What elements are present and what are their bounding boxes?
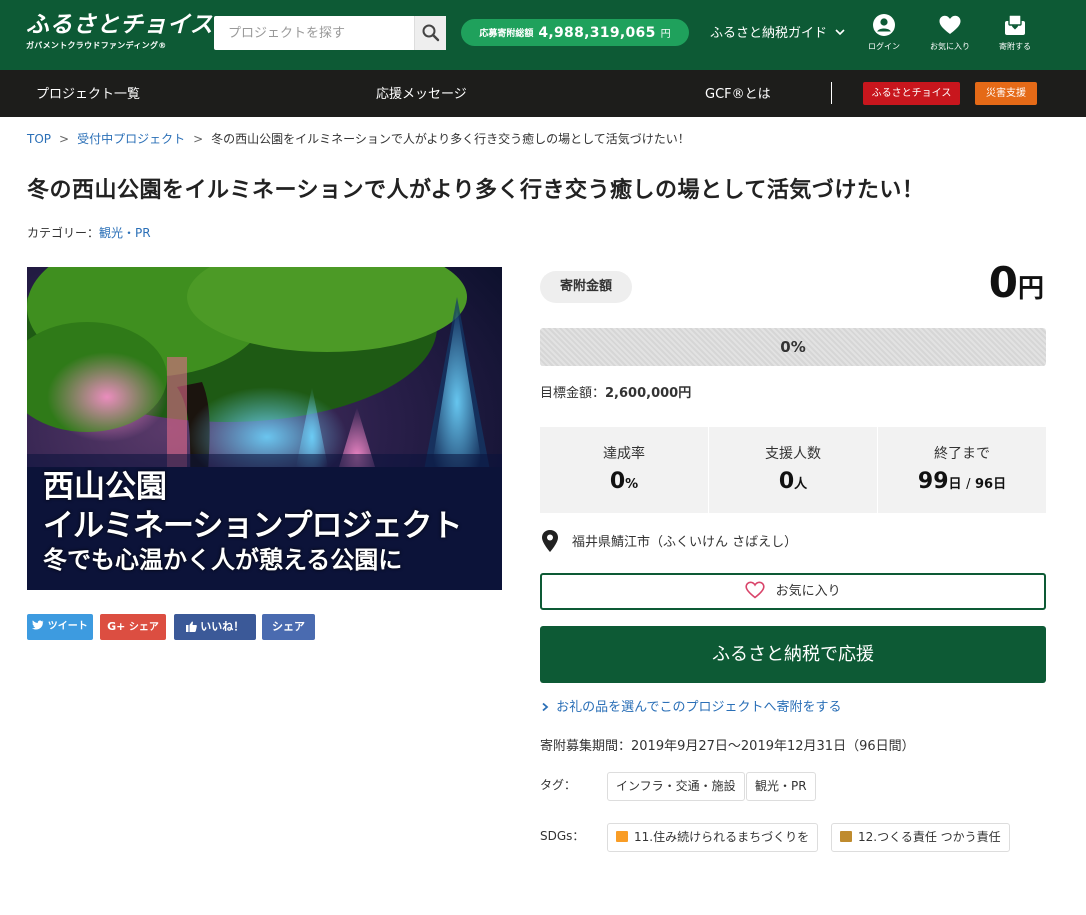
sdg-11-label: 11.住み続けられるまちづくりを bbox=[634, 830, 810, 844]
breadcrumb: TOP > 受付中プロジェクト > 冬の西山公園をイルミネーションで人がより多く行き交う… bbox=[27, 130, 690, 147]
nav-divider bbox=[831, 82, 832, 104]
sdg-chip-11[interactable]: 11.住み続けられるまちづくりを bbox=[607, 823, 819, 852]
search-input[interactable] bbox=[214, 16, 414, 50]
logo-main-text: ふるさとチョイス bbox=[26, 11, 214, 38]
goal-label: 目標金額： bbox=[540, 386, 606, 401]
donation-amount-unit: 円 bbox=[1017, 274, 1044, 304]
chevron-down-icon bbox=[835, 28, 845, 35]
sdg-11-icon bbox=[616, 831, 628, 842]
gift-select-link[interactable]: お礼の品を選んでこのプロジェクトへ寄附をする bbox=[540, 696, 842, 715]
donate-link[interactable]: 寄附する bbox=[985, 13, 1045, 52]
chevron-right-icon bbox=[542, 702, 549, 711]
furusato-guide-dropdown[interactable]: ふるさと納税ガイド bbox=[710, 22, 847, 41]
favorites-link[interactable]: お気に入り bbox=[920, 13, 980, 52]
donation-amount-value: 0 bbox=[988, 258, 1018, 307]
tag-chip[interactable]: インフラ・交通・施設 bbox=[607, 772, 745, 801]
disaster-support-tag[interactable]: 災害支援 bbox=[975, 82, 1037, 105]
search-box bbox=[214, 16, 446, 50]
stat-remaining-label: 終了まで bbox=[934, 446, 990, 462]
site-header: ふるさとチョイス ガバメントクラウドファンディング® 応募寄附総額 4,988,… bbox=[0, 0, 1086, 70]
favorite-label: お気に入り bbox=[775, 584, 841, 599]
funding-progress-bar: 0% bbox=[540, 328, 1046, 366]
facebook-share-button[interactable]: シェア bbox=[262, 614, 315, 640]
nav-projects[interactable]: プロジェクト一覧 bbox=[36, 83, 140, 102]
progress-percent: 0% bbox=[780, 338, 806, 356]
donate-cta-button[interactable]: ふるさと納税で応援 bbox=[540, 626, 1046, 683]
user-icon bbox=[873, 14, 895, 36]
donation-amount: 0円 bbox=[989, 258, 1044, 307]
gift-box-icon bbox=[1005, 14, 1025, 35]
image-title-line3: 冬でも心温かく人が憩える公園に bbox=[43, 546, 403, 574]
total-donations-unit: 円 bbox=[660, 29, 671, 40]
breadcrumb-accepting[interactable]: 受付中プロジェクト bbox=[77, 132, 185, 146]
search-button[interactable] bbox=[414, 16, 446, 50]
stat-supporters-label: 支援人数 bbox=[765, 446, 821, 462]
nav-about-gcf[interactable]: GCF®とは bbox=[705, 83, 771, 102]
heart-outline-icon bbox=[745, 581, 766, 599]
stat-supporters-unit: 人 bbox=[794, 477, 808, 492]
tweet-label: ツイート bbox=[47, 621, 88, 632]
total-donations-label: 応募寄附総額 bbox=[479, 29, 534, 39]
stat-achievement-rate: 達成率 0% bbox=[540, 427, 708, 513]
heart-icon bbox=[939, 15, 961, 35]
total-donations-value: 4,988,319,065 bbox=[538, 24, 656, 41]
stat-remaining-separator: / bbox=[966, 477, 971, 492]
map-pin-icon bbox=[542, 530, 558, 552]
breadcrumb-separator: > bbox=[193, 132, 204, 146]
google-plus-icon: G+ bbox=[107, 620, 126, 633]
guide-label: ふるさと納税ガイド bbox=[710, 26, 828, 41]
stat-rate-unit: % bbox=[625, 477, 639, 492]
goal-value: 2,600,000円 bbox=[605, 386, 692, 401]
furusato-choice-tag[interactable]: ふるさとチョイス bbox=[863, 82, 960, 105]
tweet-button[interactable]: ツイート bbox=[27, 614, 93, 640]
login-link[interactable]: ログイン bbox=[854, 13, 914, 52]
total-donations-badge: 応募寄附総額 4,988,319,065 円 bbox=[461, 19, 689, 46]
sdg-12-label: 12.つくる責任 つかう責任 bbox=[858, 830, 1001, 844]
image-title-line2: イルミネーションプロジェクト bbox=[43, 508, 462, 544]
google-plus-label: シェア bbox=[128, 622, 159, 633]
facebook-like-button[interactable]: いいね！ bbox=[174, 614, 256, 640]
stat-remaining-total: 96日 bbox=[975, 477, 1007, 492]
donation-period: 寄附募集期間：2019年9月27日～2019年12月31日（96日間） bbox=[540, 739, 915, 754]
donation-amount-label: 寄附金額 bbox=[540, 271, 632, 303]
tag-chip[interactable]: 観光・PR bbox=[746, 772, 816, 801]
main-nav: プロジェクト一覧 応援メッセージ GCF®とは ふるさとチョイス 災害支援 bbox=[0, 70, 1086, 117]
sdgs-label: SDGs： bbox=[540, 829, 585, 843]
nav-messages[interactable]: 応援メッセージ bbox=[376, 83, 467, 102]
category-label: カテゴリー： bbox=[27, 226, 100, 240]
tags-label: タグ： bbox=[540, 778, 577, 792]
stat-supporters-value: 0 bbox=[778, 469, 795, 494]
goal-amount: 目標金額：2,600,000円 bbox=[540, 382, 691, 401]
stat-remaining-value: 99 bbox=[917, 469, 949, 494]
project-image: 西山公園 イルミネーションプロジェクト 冬でも心温かく人が憩える公園に bbox=[27, 267, 502, 590]
category-link[interactable]: 観光・PR bbox=[99, 226, 151, 240]
stat-remaining-days: 終了まで 99日 / 96日 bbox=[878, 427, 1046, 513]
facebook-like-label: いいね！ bbox=[200, 620, 245, 633]
favorites-label: お気に入り bbox=[930, 42, 970, 51]
breadcrumb-top[interactable]: TOP bbox=[27, 132, 51, 146]
twitter-icon bbox=[32, 619, 44, 630]
stat-supporters: 支援人数 0人 bbox=[709, 427, 877, 513]
stat-rate-label: 達成率 bbox=[603, 446, 645, 462]
page-title: 冬の西山公園をイルミネーションで人がより多く行き交う癒しの場として活気づけたい！ bbox=[27, 178, 925, 203]
search-icon bbox=[422, 24, 440, 42]
login-label: ログイン bbox=[868, 42, 900, 51]
breadcrumb-current: 冬の西山公園をイルミネーションで人がより多く行き交う癒しの場として活気づけたい！ bbox=[211, 132, 690, 146]
stat-remaining-unit: 日 bbox=[948, 477, 962, 492]
sdg-chip-12[interactable]: 12.つくる責任 つかう責任 bbox=[831, 823, 1010, 852]
stat-rate-value: 0 bbox=[609, 469, 626, 494]
gift-select-label: お礼の品を選んでこのプロジェクトへ寄附をする bbox=[556, 700, 842, 715]
add-favorite-button[interactable]: お気に入り bbox=[540, 573, 1046, 610]
thumbs-up-icon bbox=[185, 621, 197, 632]
sdg-12-icon bbox=[840, 831, 852, 842]
project-category: カテゴリー：観光・PR bbox=[27, 224, 151, 241]
site-logo[interactable]: ふるさとチョイス ガバメントクラウドファンディング® bbox=[26, 12, 213, 51]
donate-label: 寄附する bbox=[999, 42, 1031, 51]
location-text: 福井県鯖江市（ふくいけん さばえし） bbox=[572, 535, 798, 550]
logo-sub-text: ガバメントクラウドファンディング® bbox=[26, 41, 167, 50]
google-plus-share-button[interactable]: G+ シェア bbox=[100, 614, 166, 640]
breadcrumb-separator: > bbox=[59, 132, 70, 146]
